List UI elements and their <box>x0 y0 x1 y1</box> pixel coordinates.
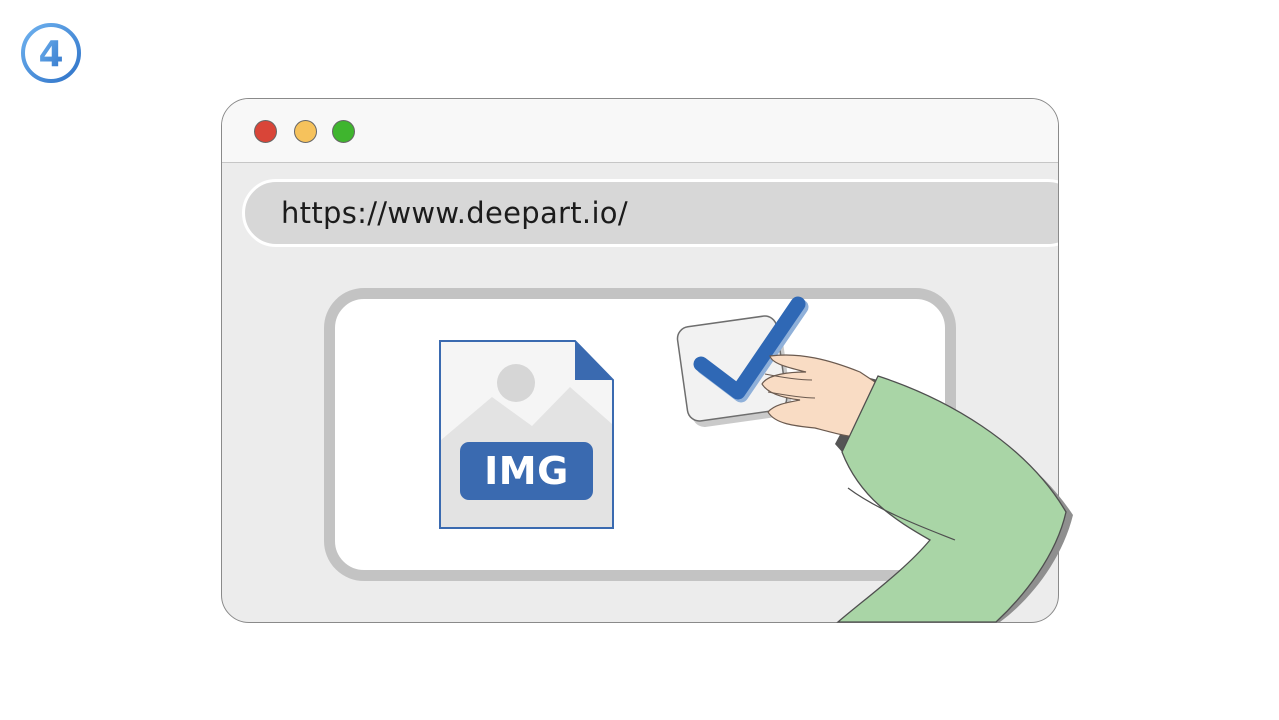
maximize-window-button[interactable] <box>332 120 355 143</box>
address-bar[interactable]: https://www.deepart.io/ <box>242 179 1058 247</box>
minimize-window-button[interactable] <box>294 120 317 143</box>
step-number-badge: 4 <box>21 23 81 83</box>
img-label: IMG <box>484 449 569 493</box>
title-bar <box>222 99 1058 163</box>
browser-window: https://www.deepart.io/ <box>221 98 1059 623</box>
url-text: https://www.deepart.io/ <box>281 196 628 230</box>
page: 4 https://www.deepart.io/ IMG <box>0 0 1279 720</box>
close-window-button[interactable] <box>254 120 277 143</box>
content-frame <box>324 288 956 581</box>
step-number: 4 <box>38 34 63 75</box>
